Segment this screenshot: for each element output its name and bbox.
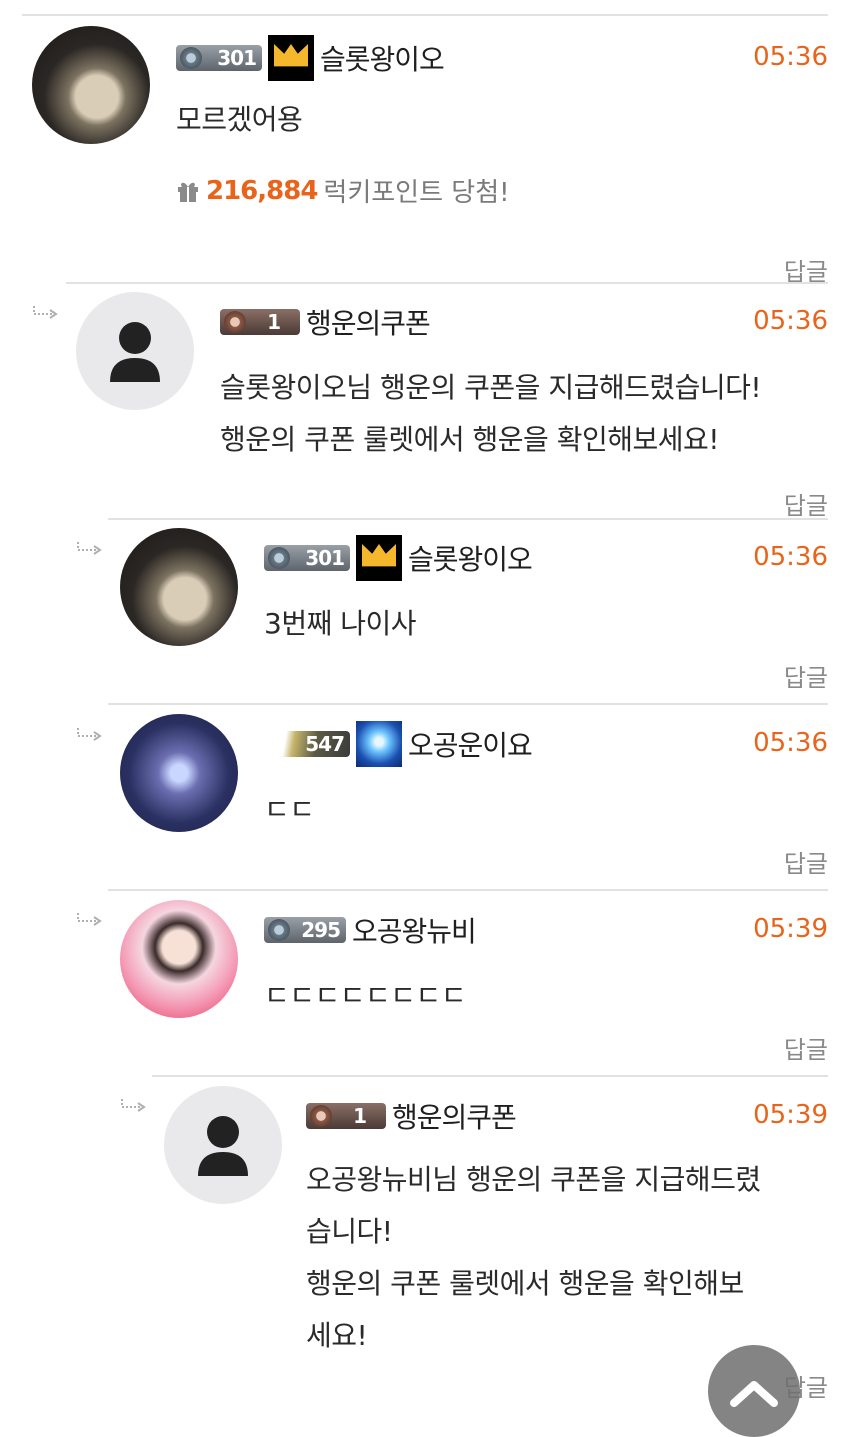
comment-time: 05:39 bbox=[753, 914, 828, 944]
divider bbox=[108, 703, 828, 705]
divider bbox=[66, 282, 828, 284]
level-badge: 1 bbox=[306, 1103, 386, 1129]
divider bbox=[22, 14, 828, 16]
crown-icon bbox=[356, 535, 402, 581]
reply-button[interactable]: 답글 bbox=[784, 486, 828, 521]
comment-text: ㄷㄷㄷㄷㄷㄷㄷㄷ bbox=[264, 979, 467, 1012]
level-badge: 295 bbox=[264, 917, 346, 943]
rank-icon bbox=[356, 721, 402, 767]
comment-time: 05:36 bbox=[753, 42, 828, 72]
nickname[interactable]: 오공왕뉴비 bbox=[352, 910, 477, 950]
comment-text: 오공왕뉴비님 행운의 쿠폰을 지급해드렸 습니다! 행운의 쿠폰 룰렛에서 행운… bbox=[306, 1163, 761, 1352]
reply-arrow-icon bbox=[77, 728, 102, 741]
comment-text: ㄷㄷ bbox=[264, 793, 315, 826]
avatar[interactable] bbox=[32, 26, 150, 144]
avatar[interactable] bbox=[76, 292, 194, 410]
nickname[interactable]: 행운의쿠폰 bbox=[306, 302, 431, 342]
reply-button[interactable]: 답글 bbox=[784, 844, 828, 879]
user-icon bbox=[198, 1116, 248, 1176]
nickname[interactable]: 슬롯왕이오 bbox=[408, 538, 533, 578]
avatar[interactable] bbox=[120, 714, 238, 832]
reply-arrow-icon bbox=[33, 306, 58, 319]
comment-item: 547 오공운이요 05:36 ㄷㄷ 답글 bbox=[118, 712, 828, 888]
divider bbox=[108, 518, 828, 520]
comment-text: 슬롯왕이오님 행운의 쿠폰을 지급해드렸습니다! 행운의 쿠폰 룰렛에서 행운을… bbox=[220, 371, 762, 456]
comment-item: 1 행운의쿠폰 05:36 슬롯왕이오님 행운의 쿠폰을 지급해드렸습니다! 행… bbox=[76, 290, 828, 520]
scroll-top-button[interactable] bbox=[708, 1345, 800, 1437]
divider bbox=[152, 1075, 828, 1077]
comment-text: 3번째 나이사 bbox=[264, 607, 417, 640]
reply-arrow-icon bbox=[121, 1099, 146, 1112]
level-badge: 301 bbox=[264, 545, 350, 571]
comment-item: 301 슬롯왕이오 05:36 3번째 나이사 답글 bbox=[118, 526, 828, 702]
chevron-up-icon bbox=[730, 1381, 778, 1407]
level-badge: 301 bbox=[176, 45, 262, 71]
reply-button[interactable]: 답글 bbox=[784, 1030, 828, 1065]
avatar[interactable] bbox=[120, 528, 238, 646]
reply-arrow-icon bbox=[77, 542, 102, 555]
lucky-label: 럭키포인트 당첨! bbox=[323, 178, 510, 208]
nickname[interactable]: 슬롯왕이오 bbox=[320, 38, 445, 78]
comment-item: 295 오공왕뉴비 05:39 ㄷㄷㄷㄷㄷㄷㄷㄷ 답글 bbox=[118, 898, 828, 1074]
comment-item: 301 슬롯왕이오 05:36 모르겠어용 216,884 럭키포인트 당첨! … bbox=[30, 22, 828, 286]
divider bbox=[108, 889, 828, 891]
nickname[interactable]: 오공운이요 bbox=[408, 724, 533, 764]
lucky-point-notice: 216,884 럭키포인트 당첨! bbox=[176, 172, 510, 209]
comment-time: 05:39 bbox=[753, 1100, 828, 1130]
comment-text: 모르겠어용 bbox=[176, 103, 303, 136]
nickname[interactable]: 행운의쿠폰 bbox=[392, 1096, 517, 1136]
lucky-points: 216,884 bbox=[206, 175, 318, 206]
comment-time: 05:36 bbox=[753, 542, 828, 572]
avatar[interactable] bbox=[120, 900, 238, 1018]
avatar[interactable] bbox=[164, 1086, 282, 1204]
crown-icon bbox=[268, 35, 314, 81]
level-badge: 1 bbox=[220, 309, 300, 335]
level-badge: 547 bbox=[264, 731, 350, 757]
comment-time: 05:36 bbox=[753, 728, 828, 758]
gift-icon bbox=[178, 182, 198, 202]
comment-time: 05:36 bbox=[753, 306, 828, 336]
user-icon bbox=[110, 322, 160, 382]
reply-button[interactable]: 답글 bbox=[784, 658, 828, 693]
reply-arrow-icon bbox=[77, 913, 102, 926]
